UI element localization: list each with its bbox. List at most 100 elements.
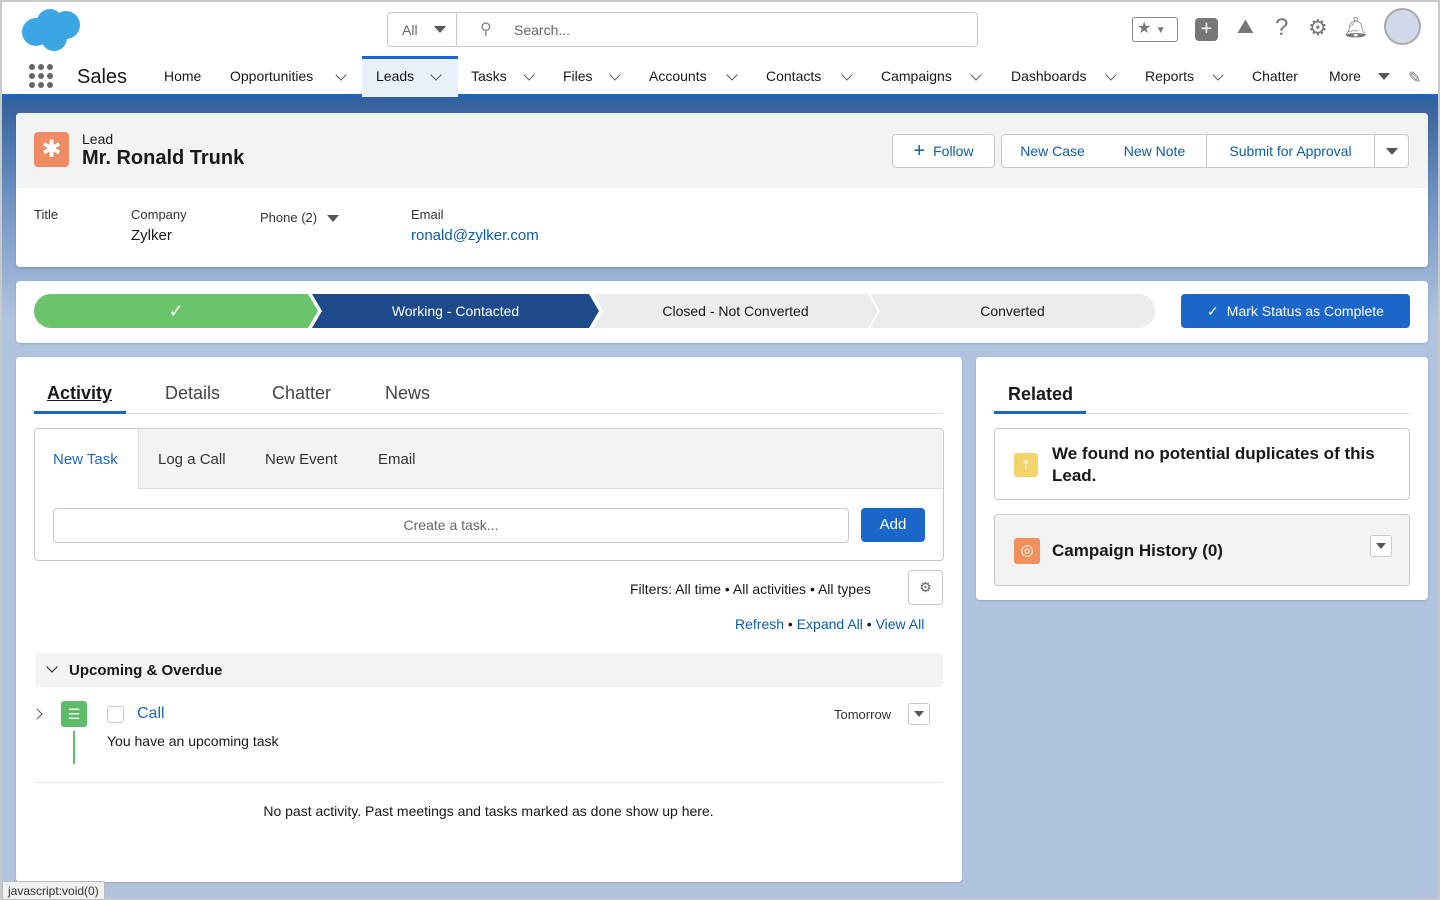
mark-status-complete-button[interactable]: ✓ Mark Status as Complete	[1181, 294, 1410, 328]
stage-completed[interactable]: ✓	[34, 294, 318, 328]
tab-related[interactable]: Related	[1008, 384, 1073, 405]
view-all-link[interactable]: View All	[876, 616, 925, 632]
caret-down-icon	[914, 711, 924, 717]
caret-down-icon	[1385, 147, 1398, 155]
global-search[interactable]: All ⚲ Search...	[387, 12, 978, 47]
upcoming-overdue-header[interactable]: Upcoming & Overdue	[35, 653, 943, 687]
app-launcher-icon[interactable]	[29, 64, 53, 88]
campaign-history-title[interactable]: Campaign History (0)	[1052, 541, 1223, 561]
nav-chatter[interactable]: Chatter	[1252, 68, 1298, 84]
stage-working-contacted[interactable]: Working - Contacted	[312, 294, 599, 328]
composer-tab-log-call[interactable]: Log a Call	[158, 451, 226, 468]
caret-down-icon[interactable]	[327, 215, 339, 222]
chevron-down-icon[interactable]	[841, 69, 853, 81]
search-icon: ⚲	[480, 21, 492, 38]
star-icon: ★	[1137, 20, 1152, 37]
filter-settings-gear-icon[interactable]: ⚙	[908, 570, 943, 605]
follow-label: Follow	[933, 143, 974, 159]
company-value: Zylker	[131, 227, 172, 244]
salesforce-logo	[22, 9, 80, 51]
gear-icon[interactable]: ⚙	[1308, 15, 1328, 41]
chevron-down-icon[interactable]	[726, 69, 738, 81]
tab-chatter[interactable]: Chatter	[272, 383, 331, 404]
title-label: Title	[34, 207, 59, 222]
object-label: Lead	[82, 131, 114, 147]
search-scope-select[interactable]: All	[388, 13, 457, 46]
company-label: Company	[131, 207, 187, 222]
browser-status-bar: javascript:void(0)	[2, 881, 105, 900]
phone-label[interactable]: Phone (2)	[260, 210, 317, 225]
nav-more[interactable]: More	[1329, 68, 1361, 84]
add-task-button[interactable]: Add	[861, 508, 925, 542]
edit-nav-pencil-icon[interactable]: ✎	[1408, 68, 1421, 88]
nav-home[interactable]: Home	[164, 68, 201, 84]
nav-contacts[interactable]: Contacts	[766, 68, 821, 84]
section-title: Upcoming & Overdue	[69, 662, 223, 679]
mark-complete-label: Mark Status as Complete	[1226, 303, 1384, 319]
create-task-input[interactable]: Create a task...	[53, 508, 849, 543]
chevron-down-icon[interactable]	[335, 69, 347, 81]
plus-icon: +	[913, 139, 926, 162]
nav-tasks[interactable]: Tasks	[471, 68, 507, 84]
checkmark-icon: ✓	[1207, 302, 1219, 319]
chevron-down-icon[interactable]	[523, 69, 535, 81]
task-subtitle: You have an upcoming task	[107, 733, 279, 749]
chevron-down-icon	[46, 661, 58, 673]
task-actions-button[interactable]	[908, 703, 930, 725]
global-header: All ⚲ Search... ★ ▼ + ⛰ ? ⚙ 🔔︎ Sales Hom…	[2, 2, 1438, 97]
trailhead-icon[interactable]: ⛰	[1237, 16, 1254, 39]
campaign-history-card: ◎ Campaign History (0)	[994, 514, 1410, 586]
caret-down-icon[interactable]	[1378, 73, 1390, 80]
activity-composer: New Task Log a Call New Event Email Crea…	[34, 428, 944, 561]
chevron-down-icon[interactable]	[1212, 69, 1224, 81]
refresh-link[interactable]: Refresh	[735, 616, 784, 632]
chevron-down-icon[interactable]	[1105, 69, 1117, 81]
more-actions-button[interactable]	[1374, 134, 1409, 168]
composer-tab-new-event[interactable]: New Event	[265, 451, 338, 468]
nav-dashboards[interactable]: Dashboards	[1011, 68, 1087, 84]
task-title-link[interactable]: Call	[137, 705, 165, 723]
composer-tab-email[interactable]: Email	[378, 451, 416, 468]
nav-campaigns[interactable]: Campaigns	[881, 68, 952, 84]
composer-tab-new-task[interactable]: New Task	[53, 451, 118, 468]
task-icon: ☰	[61, 701, 87, 727]
caret-down-icon	[433, 26, 446, 33]
duplicates-card: ⤒ We found no potential duplicates of th…	[994, 428, 1410, 500]
stage-closed-not-converted[interactable]: Closed - Not Converted	[593, 294, 878, 328]
nav-reports[interactable]: Reports	[1145, 68, 1194, 84]
favorites-button[interactable]: ★ ▼	[1132, 17, 1178, 42]
duplicates-message: We found no potential duplicates of this…	[1052, 444, 1375, 485]
search-input[interactable]: Search...	[514, 22, 570, 38]
new-case-button[interactable]: New Case	[1001, 134, 1104, 168]
expand-all-link[interactable]: Expand All	[797, 616, 863, 632]
tab-details[interactable]: Details	[165, 383, 220, 404]
bell-icon[interactable]: 🔔︎	[1343, 15, 1368, 40]
no-past-activity-message: No past activity. Past meetings and task…	[263, 803, 714, 819]
chevron-down-icon[interactable]	[609, 69, 621, 81]
nav-opportunities[interactable]: Opportunities	[230, 68, 313, 84]
help-icon[interactable]: ?	[1275, 14, 1288, 42]
follow-button[interactable]: + Follow	[892, 134, 995, 168]
chevron-down-icon[interactable]	[970, 69, 982, 81]
stage-converted[interactable]: Converted	[870, 294, 1155, 328]
caret-down-icon	[1376, 543, 1386, 549]
scope-label: All	[402, 21, 418, 38]
campaign-actions-button[interactable]	[1370, 535, 1392, 557]
global-create-icon[interactable]: +	[1195, 18, 1218, 41]
nav-leads[interactable]: Leads	[376, 68, 414, 84]
submit-for-approval-button[interactable]: Submit for Approval	[1206, 134, 1375, 168]
active-tab-indicator	[34, 411, 126, 414]
activity-filters: Filters: All time • All activities • All…	[630, 581, 871, 597]
nav-files[interactable]: Files	[563, 68, 593, 84]
email-link[interactable]: ronald@zylker.com	[411, 227, 539, 244]
activity-links: Refresh • Expand All • View All	[735, 616, 925, 632]
avatar[interactable]	[1384, 8, 1421, 45]
new-note-button[interactable]: New Note	[1103, 134, 1207, 168]
task-complete-checkbox[interactable]	[107, 706, 124, 723]
app-name: Sales	[77, 66, 128, 88]
tab-activity[interactable]: Activity	[47, 383, 112, 404]
tab-news[interactable]: News	[385, 383, 430, 404]
record-title: Mr. Ronald Trunk	[82, 147, 245, 169]
duplicate-icon: ⤒	[1014, 453, 1038, 477]
nav-accounts[interactable]: Accounts	[649, 68, 707, 84]
